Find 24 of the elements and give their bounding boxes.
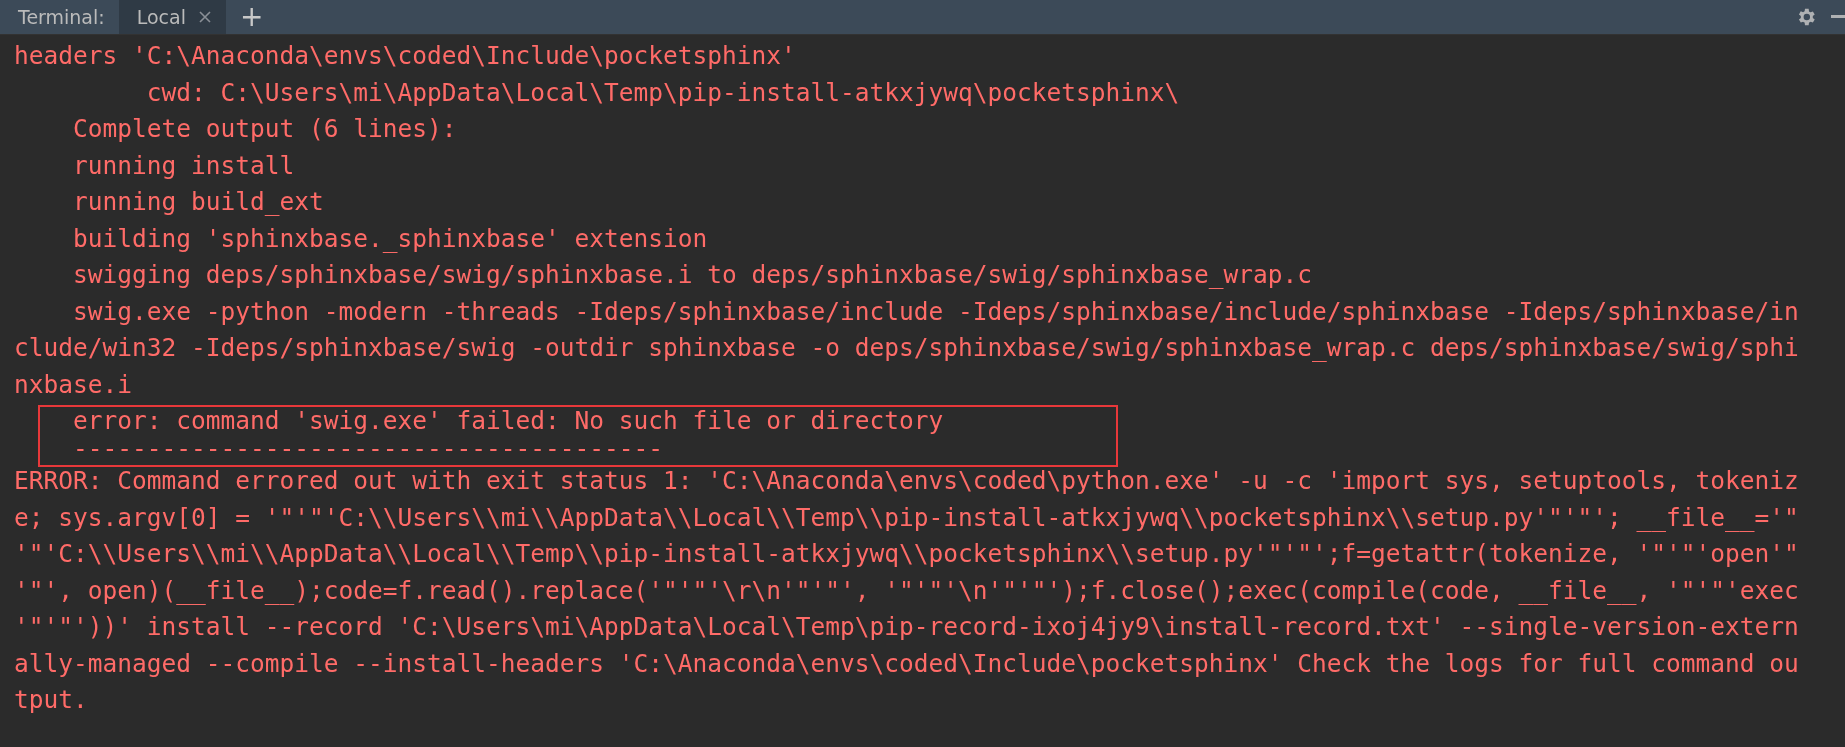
output-line: ERROR: Command errored out with exit status 1: 'C:\Anaconda\envs\coded\python.exe' -u -c 'import sys, setuptools, tokeniz	[14, 465, 1800, 497]
toolbar-title: Terminal:	[17, 6, 106, 28]
output-line: headers 'C:\Anaconda\envs\coded\Include\pocketsphinx'	[14, 40, 797, 72]
output-line: cwd: C:\Users\mi\AppData\Local\Temp\pip-install-atkxjywq\pocketsphinx\	[145, 76, 1181, 109]
output-line: nxbase.i	[14, 368, 133, 401]
output-line: clude/win32 -Ideps/sphinxbase/swig -outdir sphinxbase -o deps/sphinxbase/swig/sphinxbase_wrap.c deps/sphinxbase/swig/sphi	[14, 332, 1800, 364]
output-line: swig.exe -python -modern -threads -Ideps/sphinxbase/include -Ideps/sphinxbase/include/sphinxbase -Ideps/sphinxbase/in	[72, 295, 1800, 328]
terminal-tab[interactable]: Local	[118, 0, 226, 34]
output-line: ally-managed --compile --install-headers 'C:\Anaconda\envs\coded\Include\pocketsphinx' Check the logs for full command ou	[14, 647, 1800, 680]
output-line: swigging deps/sphinxbase/swig/sphinxbase.i to deps/sphinxbase/swig/sphinxbase_wrap.c	[72, 259, 1314, 291]
output-line: ----------------------------------------	[72, 435, 664, 463]
output-line: e; sys.argv[0] = '"'"'C:\\Users\\mi\\AppData\\Local\\Temp\\pip-install-atkxjywq\\pocketsphinx\\setup.py'"'"'; __file__='"	[14, 501, 1800, 534]
output-line: Complete output (6 lines):	[72, 113, 458, 145]
minimize-icon[interactable]	[1831, 15, 1845, 19]
output-line: building 'sphinxbase._sphinxbase' extension	[72, 222, 709, 255]
output-line: '"', open)(__file__);code=f.read().replace('"'"'\r\n'"'"', '"'"'\n'"'"');f.close();exec(compile(code, __file__, '"'"'exec	[14, 574, 1800, 607]
output-line: tput.	[14, 684, 89, 716]
output-line: '"'C:\\Users\\mi\\AppData\\Local\\Temp\\pip-install-atkxjywq\\pocketsphinx\\setup.py'"'"';f=getattr(tokenize, '"'"'open'"	[14, 538, 1800, 570]
new-tab-button[interactable]: +	[225, 3, 278, 31]
output-line: '"'"'))' install --record 'C:\Users\mi\AppData\Local\Temp\pip-record-ixoj4jy9\install-record.txt' --single-version-extern	[14, 611, 1800, 643]
output-line: running install	[72, 149, 296, 182]
output-line: error: command 'swig.exe' failed: No such file or directory	[72, 407, 945, 435]
output-line: running build_ext	[72, 186, 325, 218]
close-icon[interactable]	[197, 10, 212, 24]
